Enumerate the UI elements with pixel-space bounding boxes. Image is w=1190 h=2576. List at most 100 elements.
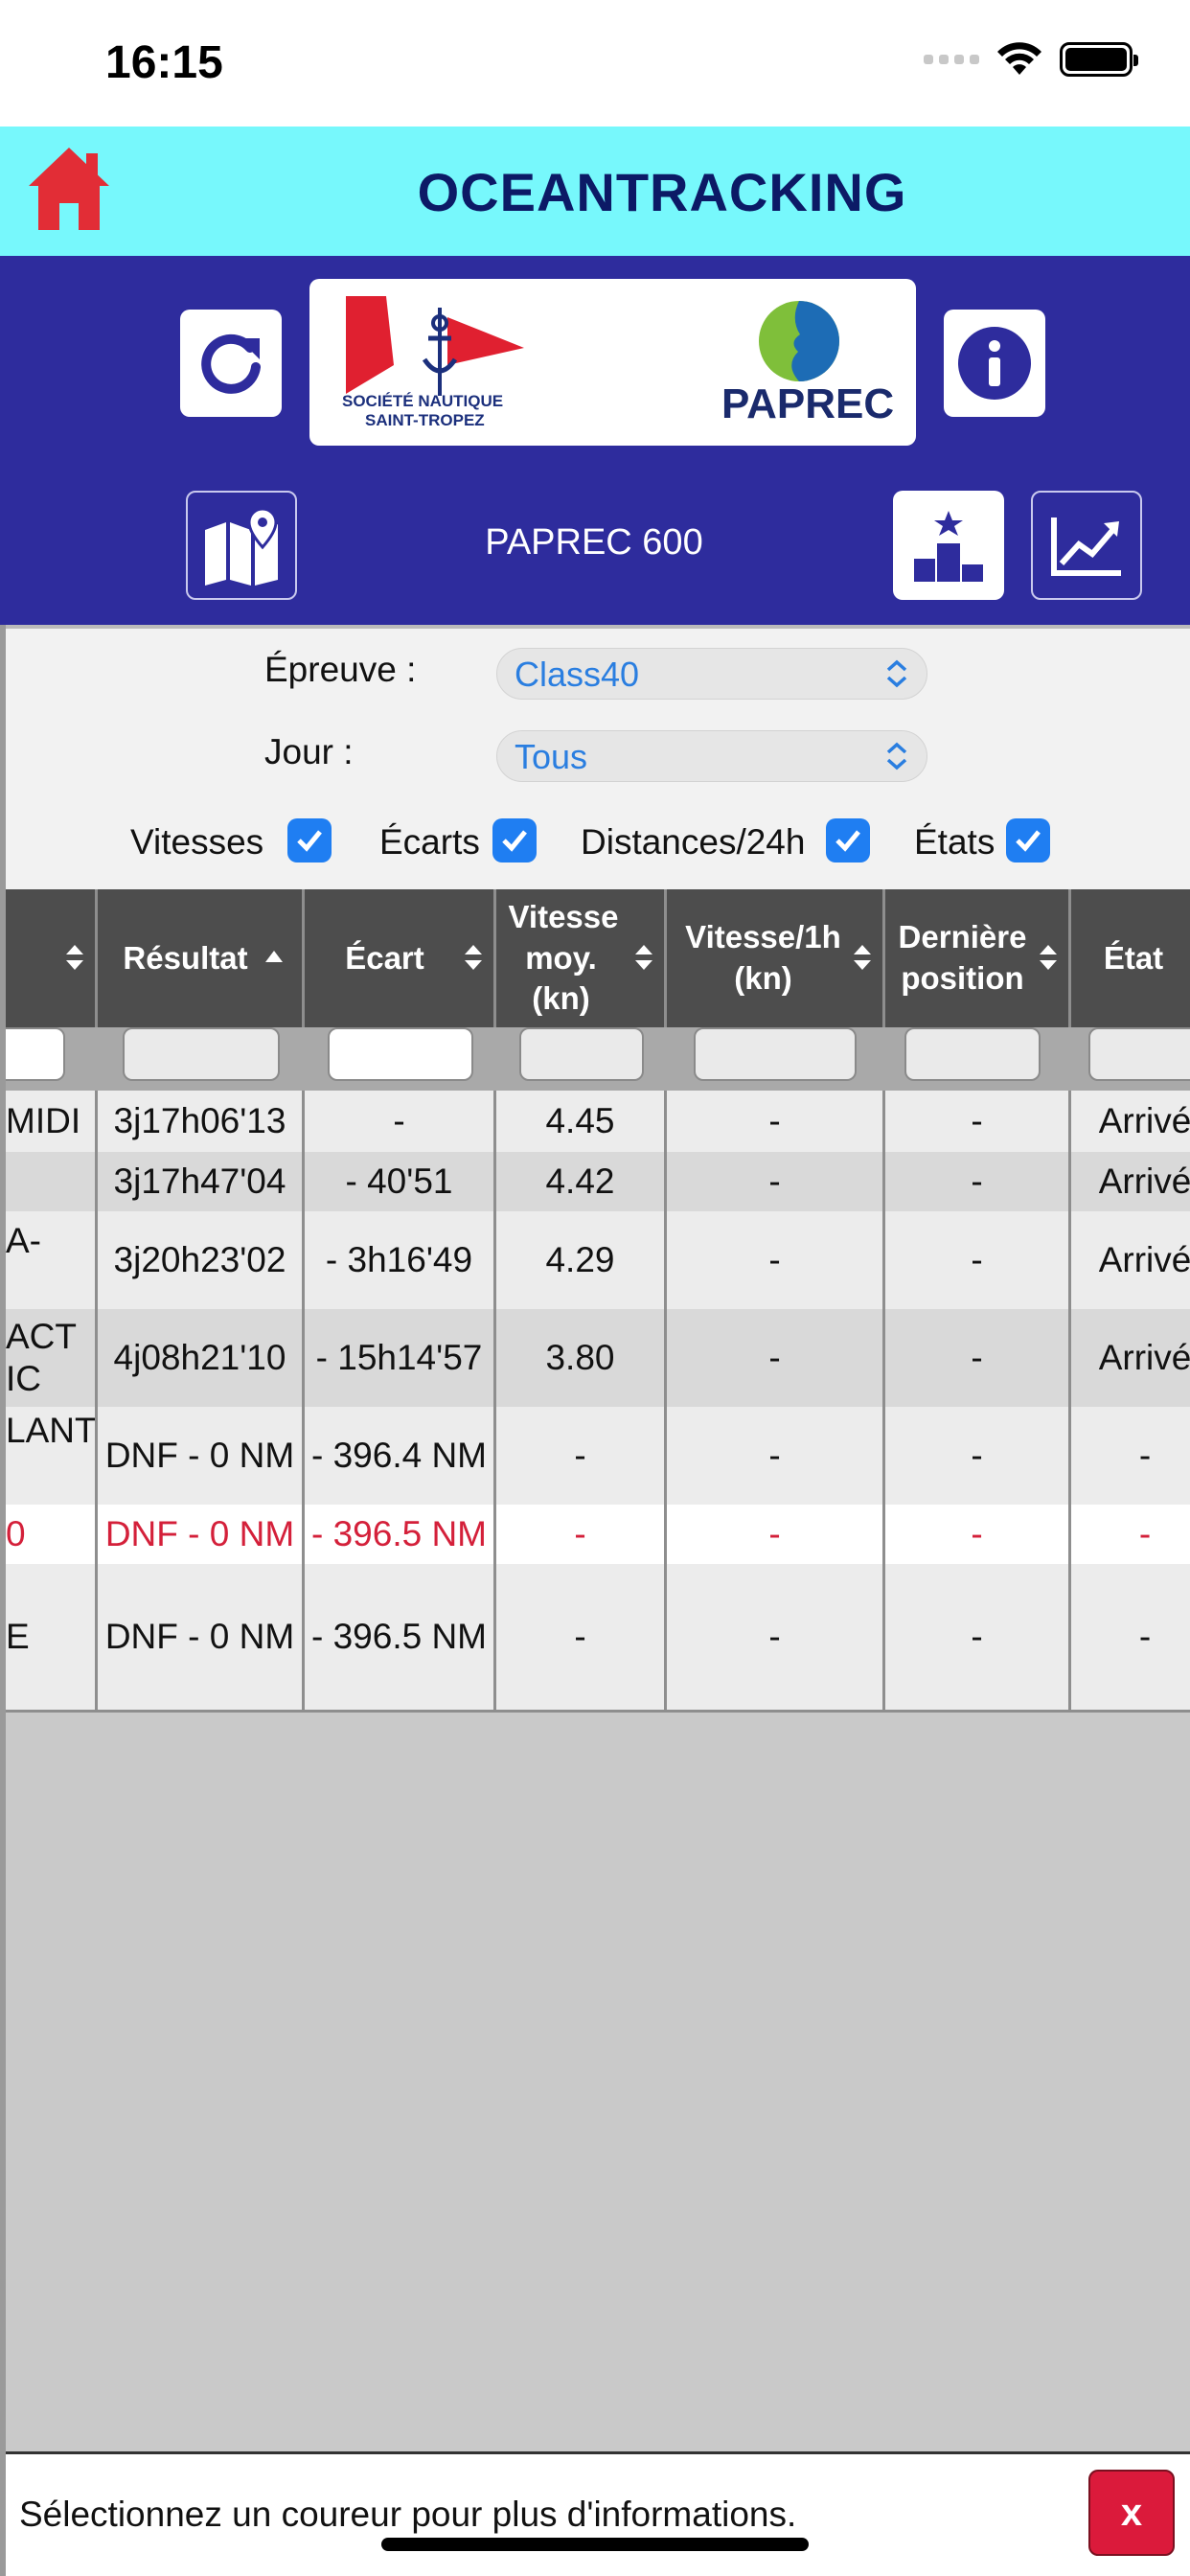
table-row[interactable]: LANT DNF - 0 NM - 396.4 NM - - - - bbox=[6, 1407, 1190, 1505]
ranking-button[interactable] bbox=[893, 491, 1004, 600]
header-resultat[interactable]: Résultat bbox=[98, 889, 305, 1027]
cell-vitesse-1h: - bbox=[667, 1152, 885, 1211]
cell-etat: Arrivé bbox=[1098, 1162, 1190, 1201]
header-panel: SOCIÉTÉ NAUTIQUE SAINT-TROPEZ PAPREC PAP… bbox=[0, 256, 1190, 625]
sort-ascending-icon bbox=[265, 951, 283, 962]
home-indicator[interactable] bbox=[381, 2538, 809, 2551]
header-vitesse-1h[interactable]: Vitesse/1h (kn) bbox=[667, 889, 885, 1027]
header-derniere-position-label: Dernière position bbox=[898, 919, 1027, 996]
cell-bateau: A- bbox=[6, 1211, 98, 1309]
cell-bateau: MIDI bbox=[6, 1091, 98, 1152]
table-row-selected[interactable]: 0 DNF - 0 NM - 396.5 NM - - - - bbox=[6, 1505, 1190, 1564]
vitesses-checkbox[interactable] bbox=[287, 818, 332, 862]
sort-icon bbox=[1040, 945, 1057, 970]
club-logo-text-2: SAINT-TROPEZ bbox=[365, 411, 485, 429]
cell-derniere-position: - bbox=[885, 1407, 1071, 1505]
jour-select[interactable]: Tous bbox=[496, 730, 927, 782]
cell-vitesse-moy: - bbox=[496, 1564, 667, 1710]
cell-resultat: 3j20h23'02 bbox=[98, 1211, 305, 1309]
sort-icon bbox=[854, 945, 871, 970]
filter-input-resultat[interactable] bbox=[123, 1027, 280, 1081]
header-resultat-label: Résultat bbox=[123, 939, 248, 976]
cell-vitesse-1h: - bbox=[667, 1564, 885, 1710]
jour-label: Jour : bbox=[264, 732, 354, 771]
sort-icon bbox=[635, 945, 652, 970]
cell-vitesse-1h: - bbox=[667, 1309, 885, 1407]
cell-resultat: DNF - 0 NM bbox=[98, 1505, 305, 1564]
cell-etat: Arrivé bbox=[1098, 1240, 1190, 1279]
filter-input-vitesse-moy[interactable] bbox=[519, 1027, 644, 1081]
chart-button[interactable] bbox=[1031, 491, 1142, 600]
cell-ecart: - 15h14'57 bbox=[305, 1309, 496, 1407]
table-row[interactable]: ACT IC 4j08h21'10 - 15h14'57 3.80 - - Ar… bbox=[6, 1309, 1190, 1407]
table-header: Résultat Écart Vitesse moy. (kn) Vitesse… bbox=[6, 889, 1190, 1027]
checkmark-icon bbox=[835, 830, 860, 852]
left-edge-border bbox=[0, 625, 6, 2576]
table-row[interactable]: MIDI 3j17h06'13 - 4.45 - - Arrivé bbox=[6, 1091, 1190, 1152]
cell-resultat: DNF - 0 NM bbox=[98, 1564, 305, 1710]
cell-derniere-position: - bbox=[885, 1505, 1071, 1564]
cell-vitesse-moy: 4.45 bbox=[496, 1091, 667, 1152]
header-vitesse-moy[interactable]: Vitesse moy. (kn) bbox=[496, 889, 667, 1027]
checkmark-icon bbox=[297, 830, 322, 852]
map-button[interactable] bbox=[186, 491, 297, 600]
table-row[interactable]: E DNF - 0 NM - 396.5 NM - - - - bbox=[6, 1564, 1190, 1710]
header-derniere-position[interactable]: Dernière position bbox=[885, 889, 1071, 1027]
close-button[interactable]: x bbox=[1088, 2470, 1175, 2556]
ecarts-checkbox[interactable] bbox=[492, 818, 537, 862]
sort-icon bbox=[66, 945, 83, 970]
cell-derniere-position: - bbox=[885, 1564, 1071, 1710]
etats-label: États bbox=[914, 822, 995, 862]
cell-bateau bbox=[6, 1152, 98, 1211]
sponsor-logo-text: PAPREC bbox=[721, 380, 895, 427]
epreuve-select-value: Class40 bbox=[515, 655, 640, 694]
cell-resultat: 3j17h47'04 bbox=[98, 1152, 305, 1211]
line-chart-icon bbox=[1051, 518, 1121, 576]
signal-dots-icon bbox=[924, 55, 979, 64]
filter-input-etat[interactable] bbox=[1088, 1027, 1190, 1081]
info-button[interactable] bbox=[944, 310, 1045, 417]
etats-checkbox[interactable] bbox=[1006, 818, 1050, 862]
header-bateau[interactable] bbox=[6, 889, 98, 1027]
cell-derniere-position: - bbox=[885, 1211, 1071, 1309]
cell-ecart: - 396.4 NM bbox=[305, 1407, 496, 1505]
cell-etat: - bbox=[1138, 1514, 1152, 1553]
header-ecart[interactable]: Écart bbox=[305, 889, 496, 1027]
cell-bateau: E bbox=[6, 1564, 98, 1710]
vitesses-label: Vitesses bbox=[130, 822, 264, 862]
cell-etat: Arrivé bbox=[1098, 1101, 1190, 1140]
cell-resultat: DNF - 0 NM bbox=[98, 1407, 305, 1505]
cell-vitesse-moy: 4.29 bbox=[496, 1211, 667, 1309]
cell-resultat: 3j17h06'13 bbox=[98, 1091, 305, 1152]
table-row[interactable]: 3j17h47'04 - 40'51 4.42 - - Arrivé bbox=[6, 1152, 1190, 1211]
status-icons bbox=[924, 42, 1138, 77]
chevron-updown-icon bbox=[886, 742, 907, 770]
cell-derniere-position: - bbox=[885, 1309, 1071, 1407]
cell-vitesse-moy: - bbox=[496, 1407, 667, 1505]
results-table: Résultat Écart Vitesse moy. (kn) Vitesse… bbox=[6, 889, 1190, 2451]
cell-etat: - bbox=[1138, 1436, 1152, 1475]
refresh-button[interactable] bbox=[180, 310, 282, 417]
epreuve-select[interactable]: Class40 bbox=[496, 648, 927, 700]
filter-input-bateau[interactable] bbox=[6, 1027, 65, 1081]
table-bottom-border bbox=[6, 1710, 1190, 1713]
cell-derniere-position: - bbox=[885, 1091, 1071, 1152]
filter-input-vitesse-1h[interactable] bbox=[694, 1027, 857, 1081]
cell-ecart: - bbox=[305, 1091, 496, 1152]
battery-icon bbox=[1060, 42, 1138, 77]
header-ecart-label: Écart bbox=[345, 939, 424, 976]
status-bar: 16:15 bbox=[0, 0, 1190, 126]
app-title: OCEANTRACKING bbox=[417, 162, 907, 222]
cell-vitesse-1h: - bbox=[667, 1211, 885, 1309]
table-row[interactable]: A- 3j20h23'02 - 3h16'49 4.29 - - Arrivé bbox=[6, 1211, 1190, 1309]
ecarts-label: Écarts bbox=[379, 822, 480, 862]
distances-checkbox[interactable] bbox=[826, 818, 870, 862]
cell-ecart: - 396.5 NM bbox=[305, 1564, 496, 1710]
status-time: 16:15 bbox=[105, 37, 223, 88]
cell-etat: Arrivé bbox=[1098, 1338, 1190, 1377]
filter-input-derniere-position[interactable] bbox=[904, 1027, 1041, 1081]
cell-vitesse-1h: - bbox=[667, 1505, 885, 1564]
filter-input-ecart[interactable] bbox=[328, 1027, 473, 1081]
cell-bateau: 0 bbox=[6, 1505, 98, 1564]
header-etat[interactable]: État bbox=[1071, 889, 1190, 1027]
